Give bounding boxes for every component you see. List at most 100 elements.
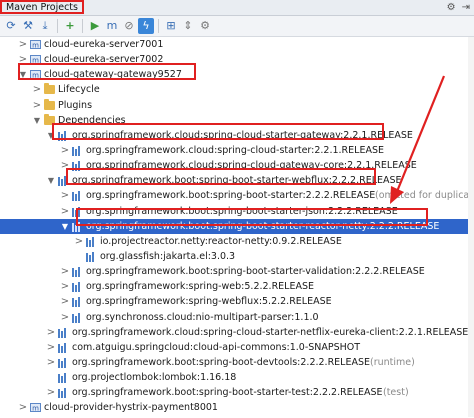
library-icon [72, 145, 83, 156]
toolbar-separator [158, 19, 159, 33]
tree-item-label: cloud-eureka-server7002 [44, 54, 164, 66]
tree-item-label: cloud-eureka-server7001 [44, 39, 164, 50]
collapse-arrow-icon[interactable]: ▼ [18, 67, 28, 82]
panel-actions: ⚙ ⇥ [447, 1, 470, 14]
tree-item-label: org.springframework.boot:spring-boot-sta… [72, 175, 402, 187]
tree-item-label: Dependencies [58, 114, 126, 126]
tree-row[interactable]: > Plugins [0, 98, 474, 113]
tree-item-label: cloud-gateway-gateway9527 [44, 69, 182, 81]
run-icon[interactable]: ▶ [87, 18, 103, 34]
library-icon [72, 297, 83, 308]
tree-item-label: org.springframework.boot:spring-boot-sta… [86, 205, 398, 217]
library-icon [72, 267, 83, 278]
tree-row[interactable]: > org.springframework.boot:spring-boot-st… [0, 385, 474, 400]
svg-text:m: m [32, 42, 39, 50]
tree-row[interactable]: > m cloud-eureka-server7001 [0, 37, 474, 52]
svg-text:m: m [32, 405, 39, 413]
maven-module-icon: m [30, 39, 41, 50]
library-icon [58, 388, 69, 399]
expand-arrow-icon[interactable]: > [60, 188, 70, 203]
library-icon [58, 357, 69, 368]
expand-arrow-icon[interactable]: > [32, 82, 42, 97]
expand-arrow-icon[interactable]: > [32, 98, 42, 113]
expand-arrow-icon[interactable]: > [46, 325, 56, 340]
tree-row[interactable]: > org.springframework.cloud:spring-cloud-… [0, 158, 474, 173]
tree-row[interactable]: > org.springframework.boot:spring-boot-st… [0, 204, 474, 219]
expand-arrow-icon[interactable]: > [46, 340, 56, 355]
tree-item-label: org.springframework.cloud:spring-cloud-g… [86, 160, 417, 172]
vertical-scrollbar[interactable] [468, 37, 474, 417]
expand-arrow-icon[interactable]: > [18, 37, 28, 52]
tree-item-label: org.springframework.cloud:spring-cloud-s… [86, 144, 384, 156]
tree-row[interactable]: > Lifecycle [0, 82, 474, 97]
refresh-icon[interactable]: ⟳ [3, 18, 19, 34]
library-icon [58, 130, 69, 141]
collapse-arrow-icon[interactable]: ▼ [46, 128, 56, 143]
skip-tests-icon[interactable]: ϟ [138, 18, 154, 34]
expand-arrow-icon[interactable]: > [46, 385, 56, 400]
tree-item-label: org.projectlombok:lombok:1.16.18 [72, 372, 237, 384]
expand-arrow-icon[interactable]: > [18, 400, 28, 415]
tree-row-selected[interactable]: ▼ org.springframework.boot:spring-boot-st… [0, 218, 474, 234]
tree-row[interactable]: > io.projectreactor.netty:reactor-netty:0… [0, 234, 474, 249]
add-icon[interactable]: + [62, 18, 78, 34]
tree-row[interactable]: org.glassfish:jakarta.el:3.0.3 [0, 249, 474, 264]
tree-item-label: org.springframework.boot:spring-boot-sta… [86, 220, 440, 232]
expand-arrow-icon[interactable]: > [60, 279, 70, 294]
expand-arrow-icon[interactable]: > [46, 355, 56, 370]
collapse-arrow-icon[interactable]: ▼ [32, 113, 42, 128]
tree-item-label: org.springframework:spring-webflux:5.2.2… [86, 296, 332, 308]
expand-arrow-icon[interactable]: > [18, 52, 28, 67]
library-icon [58, 176, 69, 187]
tree-row[interactable]: > org.springframework:spring-webflux:5.2.… [0, 294, 474, 309]
download-icon[interactable]: ⤓ [37, 18, 53, 34]
generate-sources-icon[interactable]: ⚒ [20, 18, 36, 34]
library-icon [72, 282, 83, 293]
tree-row[interactable]: > org.springframework.cloud:spring-cloud-… [0, 325, 474, 340]
library-icon [72, 312, 83, 323]
maven-toolbar: ⟳ ⚒ ⤓ + ▶ m ⊘ ϟ ⊞ ⇕ ⚙ [0, 16, 474, 37]
tree-item-label: org.springframework.boot:spring-boot-dev… [72, 356, 371, 368]
gear-icon[interactable]: ⚙ [447, 1, 456, 14]
hide-icon[interactable]: ⇥ [462, 1, 470, 14]
tree-item-label: org.springframework:spring-web:5.2.2.REL… [86, 281, 315, 293]
expand-arrow-icon[interactable]: > [60, 294, 70, 309]
tree-row[interactable]: > org.springframework.boot:spring-boot-st… [0, 188, 474, 203]
library-icon [86, 251, 97, 262]
tree-item-label: cloud-provider-hystrix-payment8001 [44, 402, 218, 414]
execute-goal-icon[interactable]: m [104, 18, 120, 34]
tree-row[interactable]: ▼ org.springframework.cloud:spring-cloud-… [0, 128, 474, 143]
tree-row[interactable]: > org.springframework.boot:spring-boot-st… [0, 264, 474, 279]
tree-row[interactable]: ▼ org.springframework.boot:spring-boot-st… [0, 173, 474, 188]
expand-arrow-icon[interactable]: > [60, 204, 70, 219]
folder-icon [44, 83, 55, 95]
panel-header: Maven Projects ⚙ ⇥ [0, 0, 474, 16]
expand-arrow-icon[interactable]: > [60, 158, 70, 173]
settings-icon[interactable]: ⚙ [197, 18, 213, 34]
collapse-all-icon[interactable]: ⇕ [180, 18, 196, 34]
tree-row[interactable]: > m cloud-provider-hystrix-payment8001 [0, 400, 474, 415]
collapse-arrow-icon[interactable]: ▼ [46, 173, 56, 188]
show-dependencies-icon[interactable]: ⊞ [163, 18, 179, 34]
svg-text:m: m [32, 72, 39, 80]
tree-row[interactable]: > org.springframework.boot:spring-boot-de… [0, 355, 474, 370]
tree-item-scope: (runtime) [370, 356, 415, 368]
library-icon [72, 206, 83, 217]
expand-arrow-icon[interactable]: > [74, 234, 84, 249]
expand-arrow-icon[interactable]: > [60, 143, 70, 158]
expand-arrow-icon[interactable]: > [60, 310, 70, 325]
collapse-arrow-icon[interactable]: ▼ [60, 219, 70, 234]
tree-item-label: Lifecycle [58, 84, 100, 96]
tree-row[interactable]: > com.atguigu.springcloud:cloud-api-commo… [0, 340, 474, 355]
tree-row[interactable]: org.projectlombok:lombok:1.16.18 [0, 370, 474, 385]
offline-icon[interactable]: ⊘ [121, 18, 137, 34]
tree-item-label: org.springframework.cloud:spring-cloud-s… [72, 326, 469, 338]
tree-row[interactable]: ▼ Dependencies [0, 113, 474, 128]
tree-row[interactable]: > org.springframework:spring-web:5.2.2.RE… [0, 279, 474, 294]
expand-arrow-icon[interactable]: > [60, 264, 70, 279]
tree-row[interactable]: > org.springframework.cloud:spring-cloud-… [0, 143, 474, 158]
tree-row[interactable]: ▼ m cloud-gateway-gateway9527 [0, 67, 474, 82]
library-icon [72, 161, 83, 172]
tree-row[interactable]: > org.synchronoss.cloud:nio-multipart-par… [0, 310, 474, 325]
tree-row[interactable]: > m cloud-eureka-server7002 [0, 52, 474, 67]
